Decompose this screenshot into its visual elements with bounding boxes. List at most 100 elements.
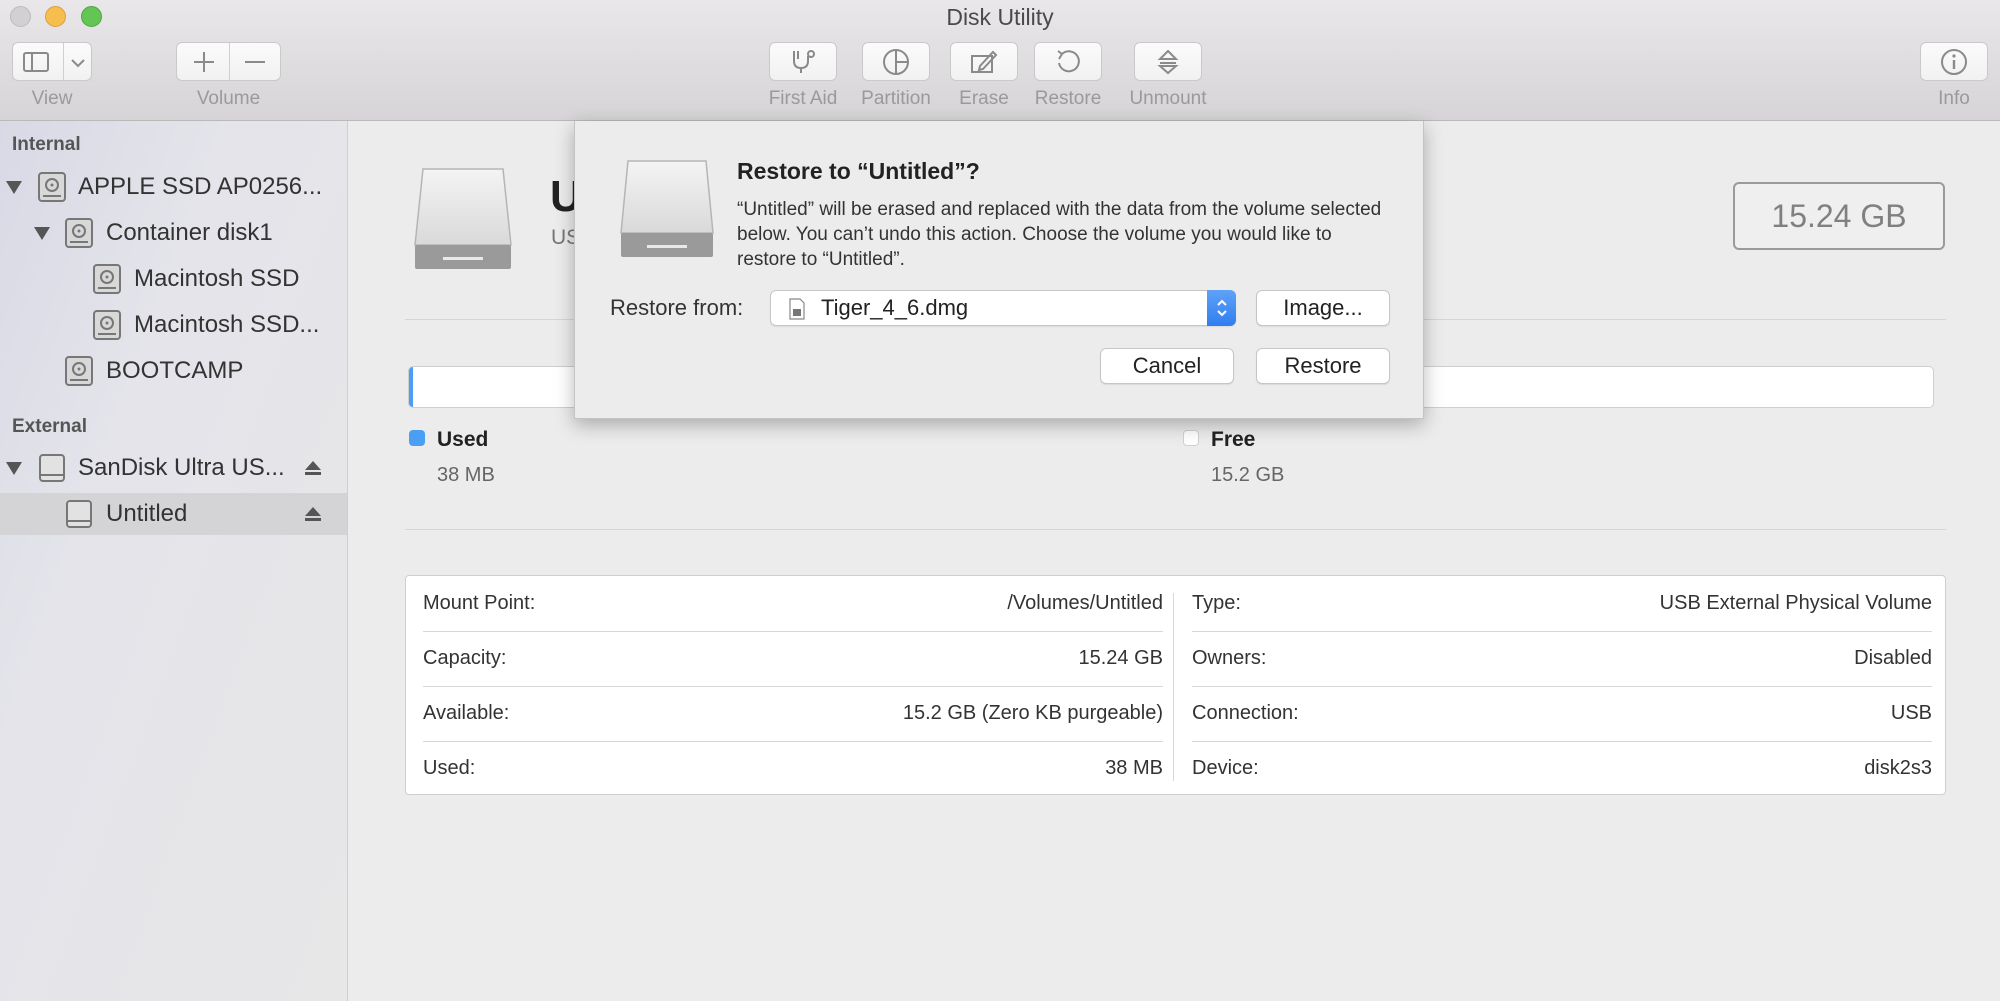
info-key: Device: bbox=[1192, 757, 1259, 779]
eject-icon[interactable] bbox=[304, 460, 322, 476]
capacity-badge: 15.24 GB bbox=[1733, 182, 1945, 250]
sidebar-item-label: SanDisk Ultra US... bbox=[78, 454, 285, 481]
restore-toolbar-button[interactable] bbox=[1034, 42, 1102, 81]
erase-button[interactable] bbox=[950, 42, 1018, 81]
volume-drive-icon bbox=[414, 168, 512, 269]
free-legend-value: 15.2 GB bbox=[1211, 464, 1285, 486]
volume-button-group bbox=[176, 42, 281, 81]
restore-dialog: Restore to “Untitled”? “Untitled” will b… bbox=[574, 121, 1424, 419]
info-key: Capacity: bbox=[423, 647, 507, 669]
sidebar-header-internal: Internal bbox=[12, 134, 81, 155]
partition-button[interactable] bbox=[862, 42, 930, 81]
sidebar-item-apple-ssd[interactable]: APPLE SSD AP0256... bbox=[0, 166, 347, 208]
info-icon bbox=[1941, 48, 1967, 75]
info-row-capacity: Capacity: 15.24 GB bbox=[423, 631, 1163, 686]
used-legend-swatch bbox=[409, 430, 425, 446]
dialog-message: “Untitled” will be erased and replaced w… bbox=[737, 199, 1382, 270]
info-row-owners: Owners: Disabled bbox=[1192, 631, 1932, 686]
disclosure-triangle[interactable] bbox=[6, 181, 22, 194]
chevron-down-icon bbox=[71, 59, 85, 68]
used-legend-label: Used bbox=[437, 428, 489, 451]
view-button[interactable] bbox=[12, 42, 92, 81]
disclosure-triangle[interactable] bbox=[34, 227, 50, 240]
toolbar: Disk Utility View Volume First Aid Parti… bbox=[0, 0, 2000, 121]
info-key: Connection: bbox=[1192, 702, 1299, 724]
info-button[interactable] bbox=[1920, 42, 1988, 81]
partition-label: Partition bbox=[861, 88, 931, 109]
remove-volume-icon[interactable] bbox=[243, 50, 267, 74]
info-value: /Volumes/Untitled bbox=[1007, 592, 1163, 614]
window-title: Disk Utility bbox=[946, 4, 1054, 30]
sidebar-item-bootcamp[interactable]: BOOTCAMP bbox=[0, 350, 347, 392]
divider bbox=[405, 529, 1946, 530]
cancel-button[interactable]: Cancel bbox=[1100, 348, 1234, 384]
first-aid-label: First Aid bbox=[768, 88, 838, 109]
drive-icon bbox=[620, 160, 714, 257]
restore-button[interactable]: Restore bbox=[1256, 348, 1390, 384]
sidebar-item-sandisk[interactable]: SanDisk Ultra US... bbox=[0, 447, 347, 489]
info-key: Type: bbox=[1192, 592, 1241, 614]
info-value: 15.24 GB bbox=[1078, 647, 1163, 669]
info-label: Info bbox=[1938, 88, 1970, 109]
sidebar-item-label: Container disk1 bbox=[106, 219, 273, 246]
used-legend-value: 38 MB bbox=[437, 464, 495, 486]
volume-label: Volume bbox=[196, 88, 261, 109]
sidebar-item-label: BOOTCAMP bbox=[106, 357, 244, 384]
volume-disk-icon bbox=[93, 310, 121, 340]
info-key: Used: bbox=[423, 757, 476, 779]
unmount-icon bbox=[1157, 49, 1179, 74]
info-value: 15.2 GB (Zero KB purgeable) bbox=[902, 702, 1163, 724]
sidebar-item-label: Macintosh SSD... bbox=[134, 311, 320, 338]
info-key: Mount Point: bbox=[423, 592, 536, 614]
sidebar-item-label: Macintosh SSD bbox=[134, 265, 300, 292]
info-row-mount-point: Mount Point: /Volumes/Untitled bbox=[423, 576, 1163, 631]
sidebar: Internal APPLE SSD AP0256... Container d… bbox=[0, 121, 348, 1001]
pie-chart-icon bbox=[883, 48, 909, 75]
info-value: disk2s3 bbox=[1864, 757, 1932, 779]
sidebar-item-container-disk1[interactable]: Container disk1 bbox=[0, 212, 347, 254]
disclosure-triangle[interactable] bbox=[6, 462, 22, 475]
up-down-chevron-icon bbox=[1216, 299, 1227, 317]
sidebar-item-label: APPLE SSD AP0256... bbox=[78, 173, 323, 200]
sidebar-item-macintosh-ssd[interactable]: Macintosh SSD bbox=[0, 258, 347, 300]
free-legend-label: Free bbox=[1211, 428, 1256, 451]
erase-label: Erase bbox=[959, 88, 1009, 109]
restore-icon bbox=[1057, 49, 1080, 72]
info-key: Available: bbox=[423, 702, 510, 724]
bootcamp-disk-icon bbox=[65, 356, 93, 386]
info-row-used: Used: 38 MB bbox=[423, 741, 1163, 796]
volume-disk-icon bbox=[93, 264, 121, 294]
restore-label: Restore bbox=[1034, 88, 1102, 109]
external-disk-icon bbox=[39, 454, 65, 482]
container-disk-icon bbox=[65, 218, 93, 248]
eject-icon[interactable] bbox=[304, 506, 322, 522]
unmount-label: Unmount bbox=[1129, 88, 1207, 109]
column-divider bbox=[1173, 593, 1174, 781]
info-row-type: Type: USB External Physical Volume bbox=[1192, 576, 1932, 631]
erase-icon bbox=[971, 50, 998, 73]
image-button[interactable]: Image... bbox=[1256, 290, 1390, 326]
view-label: View bbox=[31, 88, 73, 109]
info-table: Mount Point: /Volumes/Untitled Capacity:… bbox=[405, 575, 1946, 795]
sidebar-header-external: External bbox=[12, 416, 87, 437]
dialog-title: Restore to “Untitled”? bbox=[737, 158, 980, 184]
free-legend-swatch bbox=[1183, 430, 1199, 446]
info-value: Disabled bbox=[1854, 647, 1932, 669]
sidebar-item-macintosh-ssd-data[interactable]: Macintosh SSD... bbox=[0, 304, 347, 346]
first-aid-button[interactable] bbox=[769, 42, 837, 81]
internal-disk-icon bbox=[38, 172, 66, 202]
sidebar-item-untitled[interactable]: Untitled bbox=[0, 493, 347, 535]
restore-from-label: Restore from: bbox=[610, 295, 744, 320]
info-key: Owners: bbox=[1192, 647, 1267, 669]
external-volume-icon bbox=[66, 500, 92, 528]
info-value: 38 MB bbox=[1105, 757, 1163, 779]
disk-image-file-icon bbox=[789, 298, 805, 320]
info-row-available: Available: 15.2 GB (Zero KB purgeable) bbox=[423, 686, 1163, 741]
add-volume-icon[interactable] bbox=[192, 50, 216, 74]
restore-source-popup[interactable]: Tiger_4_6.dmg bbox=[770, 290, 1236, 326]
popup-stepper[interactable] bbox=[1207, 290, 1236, 326]
info-row-connection: Connection: USB bbox=[1192, 686, 1932, 741]
usage-bar-used bbox=[409, 367, 413, 407]
unmount-button[interactable] bbox=[1134, 42, 1202, 81]
info-value: USB bbox=[1890, 702, 1932, 724]
